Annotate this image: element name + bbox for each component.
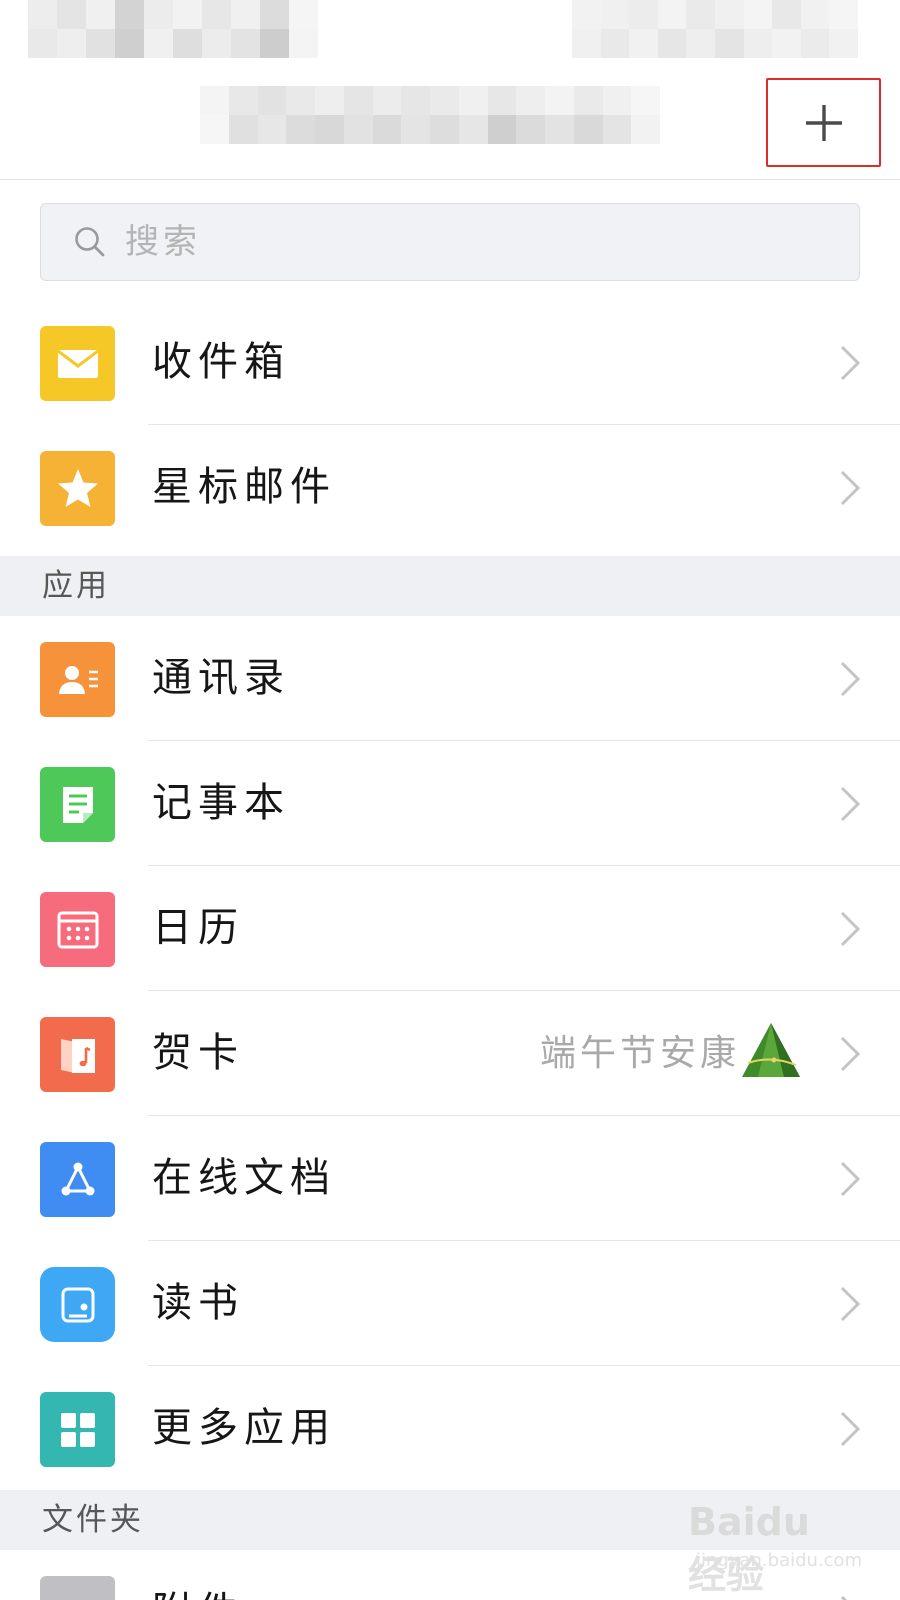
chevron-right-icon: [840, 1411, 861, 1447]
star-icon: [57, 468, 98, 507]
list-item-online-docs[interactable]: 在线文档: [0, 1116, 900, 1241]
list-item-label: 记事本: [152, 780, 290, 826]
contact-card-icon: [58, 665, 98, 694]
list-item-label: 在线文档: [152, 1155, 336, 1201]
nav-bar: [0, 70, 900, 180]
chevron-right-icon: [840, 786, 861, 822]
list-item-starred[interactable]: 星标邮件: [0, 425, 900, 550]
calendar-icon: [57, 911, 98, 948]
list-item-label: 附件: [152, 1550, 244, 1600]
list-item-label: 更多应用: [152, 1405, 336, 1451]
list-item-label: 读书: [152, 1280, 244, 1326]
calendar-icon-tile: [40, 892, 115, 967]
list-item-notes[interactable]: 记事本: [0, 741, 900, 866]
plus-icon: [805, 104, 842, 141]
chevron-right-icon: [840, 1286, 861, 1322]
list-item-inbox[interactable]: 收件箱: [0, 300, 900, 425]
more-apps-icon-tile: [40, 1392, 115, 1467]
chevron-right-icon: [840, 911, 861, 947]
inbox-icon-tile: [40, 326, 115, 401]
section-title: 应用: [42, 568, 110, 604]
starred-icon-tile: [40, 451, 115, 526]
add-button[interactable]: [766, 78, 881, 167]
list-item-more-apps[interactable]: 更多应用: [0, 1366, 900, 1491]
chevron-right-icon: [840, 345, 861, 381]
greeting-card-icon: [60, 1038, 95, 1073]
chevron-right-icon: [840, 1036, 861, 1072]
search-icon: [75, 227, 105, 257]
book-icon: [61, 1287, 94, 1322]
contacts-icon-tile: [40, 642, 115, 717]
reading-icon-tile: [40, 1267, 115, 1342]
folder-icon: [52, 1588, 104, 1600]
list-item-greeting-card[interactable]: 贺卡 端午节安康: [0, 991, 900, 1116]
note-icon: [62, 786, 93, 823]
list-item-label: 贺卡: [152, 1030, 244, 1076]
chevron-right-icon: [840, 1161, 861, 1197]
section-header-apps: 应用: [0, 556, 900, 616]
zongzi-icon: [742, 1023, 800, 1077]
list-item-label: 收件箱: [152, 339, 290, 385]
notes-icon-tile: [40, 767, 115, 842]
baidu-watermark: Baidu 经验 jingyan.baidu.com: [688, 1500, 862, 1597]
online-docs-icon-tile: [40, 1142, 115, 1217]
search-bar[interactable]: [40, 203, 860, 281]
list-item-label: 星标邮件: [152, 464, 336, 510]
list-item-label: 通讯录: [152, 655, 290, 701]
list-item-calendar[interactable]: 日历: [0, 866, 900, 991]
blurred-account-title: [200, 86, 660, 144]
share-node-icon: [61, 1162, 94, 1195]
watermark-url: jingyan.baidu.com: [696, 1550, 863, 1571]
list-item-label: 日历: [152, 905, 244, 951]
attachments-icon-tile: [40, 1576, 115, 1600]
greeting-card-promo-text: 端午节安康: [539, 1033, 740, 1074]
chevron-right-icon: [840, 470, 861, 506]
section-title: 文件夹: [42, 1502, 144, 1538]
blurred-status-right: [572, 0, 858, 58]
greeting-card-icon-tile: [40, 1017, 115, 1092]
list-item-contacts[interactable]: 通讯录: [0, 616, 900, 741]
envelope-icon: [56, 349, 99, 378]
search-input[interactable]: [125, 222, 725, 262]
chevron-right-icon: [840, 661, 861, 697]
grid-icon: [60, 1412, 95, 1447]
blurred-status-left: [28, 0, 318, 58]
status-bar: [0, 0, 900, 70]
list-item-reading[interactable]: 读书: [0, 1241, 900, 1366]
